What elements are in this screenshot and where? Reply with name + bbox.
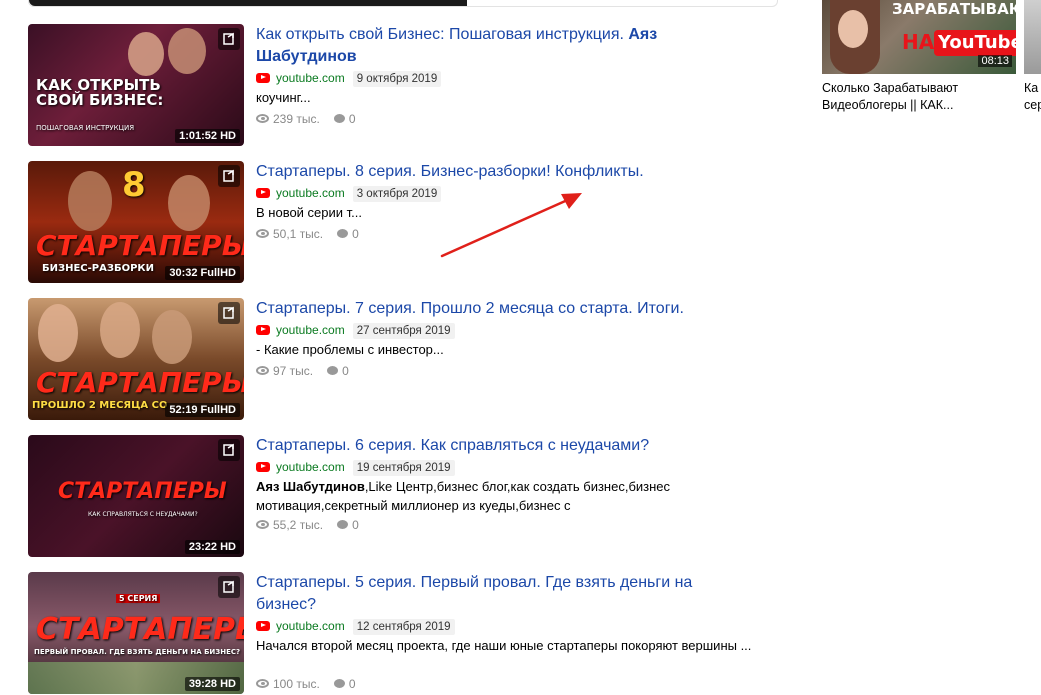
search-result: 8 СТАРТАПЕРЫ БИЗНЕС-РАЗБОРКИ 30:32 FullH… (28, 161, 788, 283)
eye-icon (256, 679, 269, 689)
thumb-caption: СТАРТАПЕРЫ (58, 479, 227, 504)
annotation-arrow (440, 193, 582, 258)
youtube-icon (256, 461, 270, 472)
publish-date: 3 октября 2019 (352, 186, 442, 202)
video-description: Аяз Шабутдинов,Like Центр,бизнес блог,ка… (256, 479, 671, 513)
eye-icon (256, 229, 269, 239)
publish-date: 9 октября 2019 (352, 71, 442, 87)
youtube-logo: YouTube (934, 30, 1016, 56)
related-video-title[interactable]: Ка сер (1024, 80, 1041, 114)
thumb-subcaption: ПЕРВЫЙ ПРОВАЛ. ГДЕ ВЗЯТЬ ДЕНЬГИ НА БИЗНЕ… (34, 648, 241, 656)
thumb-caption: СТАРТАПЕРЫ (36, 612, 244, 647)
source-line: youtube.com 27 сентября 2019 (256, 322, 455, 339)
video-title-link[interactable]: Стартаперы. 8 серия. Бизнес-разборки! Ко… (256, 161, 756, 183)
open-external-icon[interactable] (218, 576, 240, 598)
related-thumb-caption: ЗАРАБАТЫВАЮТ (892, 0, 1016, 18)
eye-icon (256, 366, 269, 376)
view-count: 239 тыс. (273, 112, 320, 126)
video-thumbnail[interactable]: СТАРТАПЕРЫ ПРОШЛО 2 МЕСЯЦА СО 52:19 Full… (28, 298, 244, 420)
video-description: коучинг... (256, 90, 311, 105)
youtube-icon (256, 187, 270, 198)
related-video-thumbnail[interactable] (1024, 0, 1041, 74)
thumb-episode-label: 5 СЕРИЯ (116, 594, 161, 603)
video-duration: 1:01:52 HD (175, 129, 240, 143)
related-video-title[interactable]: Сколько Зарабатывают Видеоблогеры || КАК… (822, 80, 1016, 114)
source-domain[interactable]: youtube.com (276, 186, 345, 200)
video-thumbnail[interactable]: 8 СТАРТАПЕРЫ БИЗНЕС-РАЗБОРКИ 30:32 FullH… (28, 161, 244, 283)
youtube-icon (256, 72, 270, 83)
eye-icon (256, 520, 269, 530)
thumb-subcaption: ПРОШЛО 2 МЕСЯЦА СО (32, 400, 168, 411)
source-domain[interactable]: youtube.com (276, 71, 345, 85)
scroll-thumb[interactable] (29, 0, 467, 6)
thumb-caption: СТАРТАПЕРЫ (36, 366, 244, 399)
top-scrollbar[interactable] (28, 0, 778, 7)
youtube-icon (256, 324, 270, 335)
comment-icon (333, 679, 345, 689)
thumb-caption: КАК ОТКРЫТЬ СВОЙ БИЗНЕС: (36, 76, 164, 109)
comment-count: 0 (352, 227, 359, 241)
source-domain[interactable]: youtube.com (276, 460, 345, 474)
open-external-icon[interactable] (218, 302, 240, 324)
source-domain[interactable]: youtube.com (276, 619, 345, 633)
video-stats: 55,2 тыс. 0 (256, 517, 359, 533)
thumb-subcaption: ПОШАГОВАЯ ИНСТРУКЦИЯ (36, 124, 135, 132)
search-result: СТАРТАПЕРЫ КАК СПРАВЛЯТЬСЯ С НЕУДАЧАМИ? … (28, 435, 788, 557)
open-external-icon[interactable] (218, 28, 240, 50)
comment-count: 0 (348, 112, 356, 126)
open-external-icon[interactable] (218, 165, 240, 187)
video-title-link[interactable]: Стартаперы. 5 серия. Первый провал. Где … (256, 572, 756, 616)
view-count: 97 тыс. (273, 364, 314, 378)
source-line: youtube.com 9 октября 2019 (256, 70, 442, 87)
comment-icon (337, 520, 349, 530)
youtube-icon (256, 620, 270, 631)
related-thumb-na: НА (902, 30, 935, 54)
open-external-icon[interactable] (218, 439, 240, 461)
source-domain[interactable]: youtube.com (276, 323, 345, 337)
video-thumbnail[interactable]: КАК ОТКРЫТЬ СВОЙ БИЗНЕС: ПОШАГОВАЯ ИНСТР… (28, 24, 244, 146)
comment-count: 0 (348, 677, 356, 691)
thumb-subcaption: БИЗНЕС-РАЗБОРКИ (42, 263, 154, 274)
video-duration: 39:28 HD (184, 677, 240, 691)
video-stats: 100 тыс. 0 (256, 676, 356, 692)
publish-date: 19 сентября 2019 (352, 460, 455, 476)
video-title-link[interactable]: Стартаперы. 6 серия. Как справляться с н… (256, 435, 756, 457)
eye-icon (256, 114, 269, 124)
video-thumbnail[interactable]: СТАРТАПЕРЫ КАК СПРАВЛЯТЬСЯ С НЕУДАЧАМИ? … (28, 435, 244, 557)
search-result: СТАРТАПЕРЫ ПРОШЛО 2 МЕСЯЦА СО 52:19 Full… (28, 298, 788, 420)
related-video-thumbnail[interactable]: ЗАРАБАТЫВАЮТ НА YouTube 08:13 (822, 0, 1016, 74)
thumb-caption: СТАРТАПЕРЫ (36, 229, 244, 262)
video-stats: 50,1 тыс. 0 (256, 226, 359, 242)
comment-icon (337, 229, 349, 239)
thumb-subcaption: КАК СПРАВЛЯТЬСЯ С НЕУДАЧАМИ? (88, 511, 198, 518)
video-duration: 30:32 FullHD (165, 266, 240, 280)
source-line: youtube.com 12 сентября 2019 (256, 618, 455, 635)
video-description: Начался второй месяц проекта, где наши ю… (256, 638, 752, 653)
view-count: 100 тыс. (273, 677, 320, 691)
view-count: 50,1 тыс. (273, 227, 324, 241)
source-line: youtube.com 19 сентября 2019 (256, 459, 455, 476)
comment-icon (327, 366, 339, 376)
video-duration: 23:22 HD (184, 540, 240, 554)
publish-date: 27 сентября 2019 (352, 323, 455, 339)
video-duration: 52:19 FullHD (165, 403, 240, 417)
video-title-link[interactable]: Как открыть свой Бизнес: Пошаговая инстр… (256, 24, 756, 68)
video-stats: 97 тыс. 0 (256, 363, 349, 379)
video-title-link[interactable]: Стартаперы. 7 серия. Прошло 2 месяца со … (256, 298, 756, 320)
comment-icon (333, 114, 345, 124)
source-line: youtube.com 3 октября 2019 (256, 185, 442, 202)
related-video-duration: 08:13 (978, 55, 1012, 67)
comment-count: 0 (352, 518, 359, 532)
video-stats: 239 тыс. 0 (256, 111, 356, 127)
comment-count: 0 (342, 364, 349, 378)
video-thumbnail[interactable]: 5 СЕРИЯ СТАРТАПЕРЫ ПЕРВЫЙ ПРОВАЛ. ГДЕ ВЗ… (28, 572, 244, 694)
thumb-episode-number: 8 (122, 165, 146, 205)
publish-date: 12 сентября 2019 (352, 619, 455, 635)
search-result: 5 СЕРИЯ СТАРТАПЕРЫ ПЕРВЫЙ ПРОВАЛ. ГДЕ ВЗ… (28, 572, 788, 694)
video-description: - Какие проблемы с инвестор... (256, 342, 444, 357)
search-result: КАК ОТКРЫТЬ СВОЙ БИЗНЕС: ПОШАГОВАЯ ИНСТР… (28, 24, 788, 146)
view-count: 55,2 тыс. (273, 518, 324, 532)
